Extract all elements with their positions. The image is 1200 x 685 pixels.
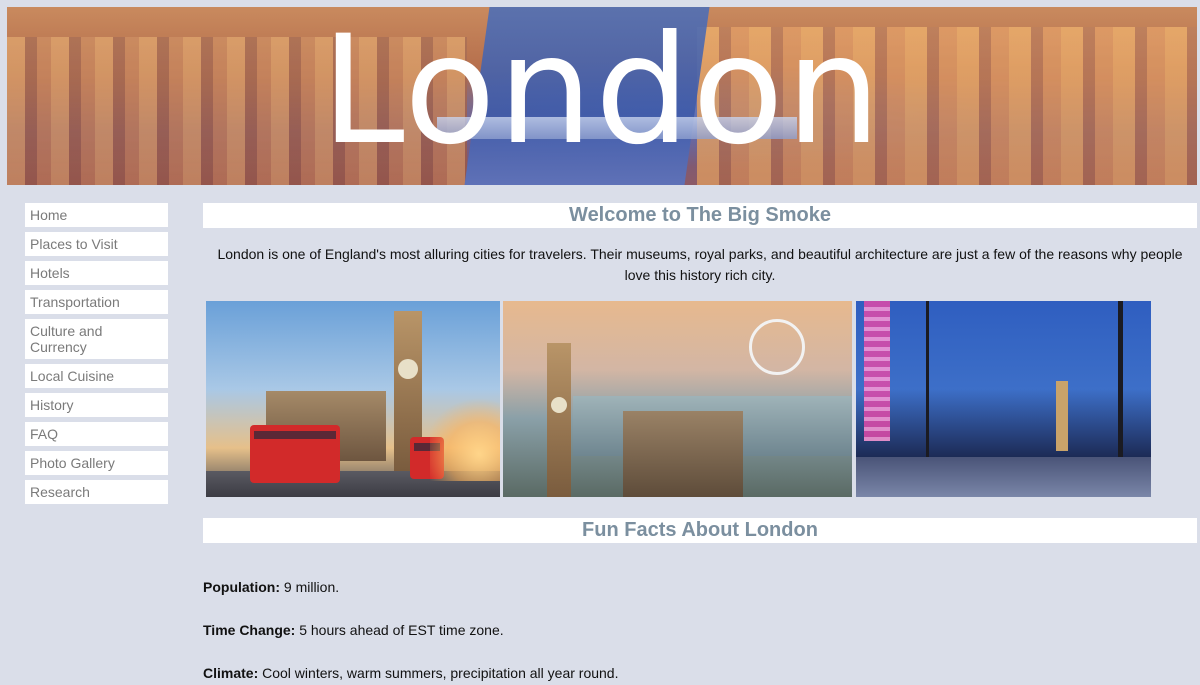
fact-label: Population: [203, 579, 280, 595]
london-eye-wheel [749, 319, 805, 375]
clock-face-icon [551, 397, 567, 413]
sidebar-nav: Home Places to Visit Hotels Transportati… [25, 203, 168, 509]
sunset-glow [430, 391, 500, 481]
nav-item-photo-gallery[interactable]: Photo Gallery [25, 451, 168, 475]
big-ben-buses-photo [206, 301, 500, 497]
fact-value: Cool winters, warm summers, precipitatio… [258, 665, 619, 681]
fact-population: Population: 9 million. [203, 578, 339, 596]
fact-climate: Climate: Cool winters, warm summers, pre… [203, 664, 618, 682]
clock-face-icon [398, 359, 418, 379]
nav-item-hotels[interactable]: Hotels [25, 261, 168, 285]
tree [926, 301, 929, 471]
fact-time-change: Time Change: 5 hours ahead of EST time z… [203, 621, 504, 639]
fact-label: Climate: [203, 665, 259, 681]
london-banner: London [7, 7, 1197, 185]
fact-value: 9 million. [280, 579, 340, 595]
fact-value: 5 hours ahead of EST time zone. [295, 622, 504, 638]
photo-strip [203, 301, 1197, 497]
nav-item-home[interactable]: Home [25, 203, 168, 227]
fact-label: Time Change: [203, 622, 296, 638]
london-eye-thames-photo [503, 301, 852, 497]
nav-item-research[interactable]: Research [25, 480, 168, 504]
banner-title: London [321, 7, 883, 178]
main-content: Welcome to The Big Smoke London is one o… [203, 203, 1197, 681]
nav-item-places-to-visit[interactable]: Places to Visit [25, 232, 168, 256]
red-bus [250, 425, 340, 483]
nav-item-local-cuisine[interactable]: Local Cuisine [25, 364, 168, 388]
welcome-heading: Welcome to The Big Smoke [203, 203, 1197, 228]
page: London Home Places to Visit Hotels Trans… [0, 0, 1200, 685]
big-ben-tower [547, 343, 571, 497]
nav-item-history[interactable]: History [25, 393, 168, 417]
london-eye-lights [864, 301, 890, 441]
nav-item-faq[interactable]: FAQ [25, 422, 168, 446]
big-ben-tower [1056, 381, 1068, 451]
nav-item-transportation[interactable]: Transportation [25, 290, 168, 314]
promenade [856, 457, 1151, 497]
westminster-palace [623, 411, 743, 497]
intro-paragraph: London is one of England's most alluring… [217, 246, 1183, 283]
southbank-evening-photo [856, 301, 1151, 497]
fun-facts-heading: Fun Facts About London [203, 518, 1197, 543]
nav-item-culture-and-currency[interactable]: Culture and Currency [25, 319, 168, 359]
